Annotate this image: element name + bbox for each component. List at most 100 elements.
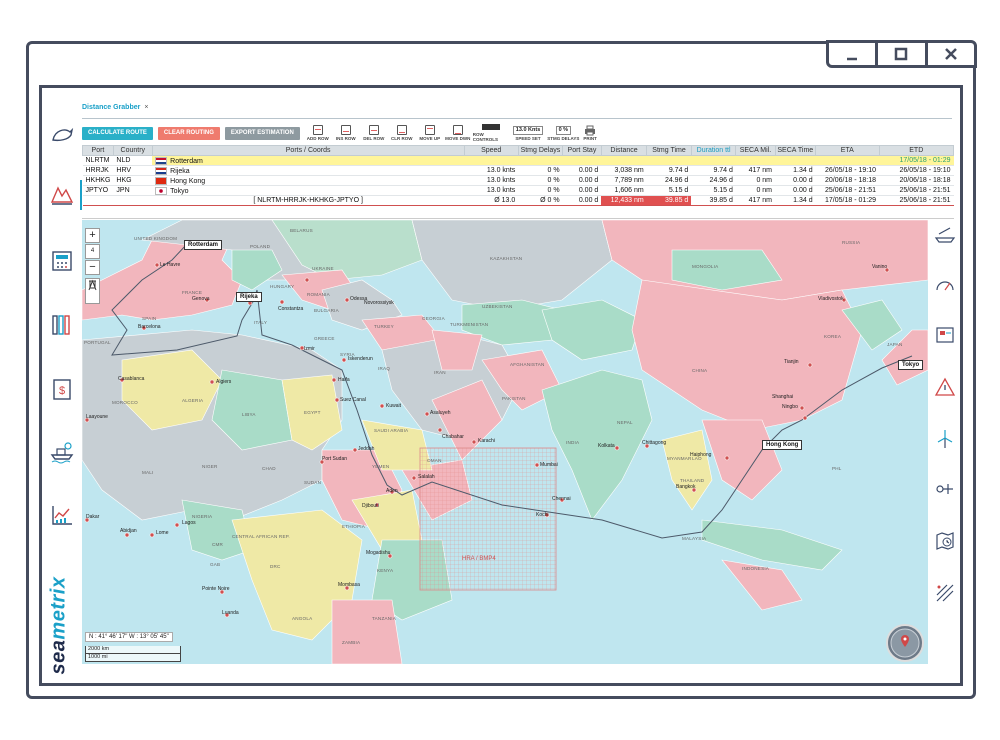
hatch-tool-icon[interactable] (934, 582, 956, 604)
country-label: UZBEKISTAN (482, 304, 513, 309)
delete-row-icon (368, 125, 379, 135)
move-up-icon (424, 125, 435, 135)
city-label: Mumbai (540, 462, 558, 468)
city-label: Izmir (304, 346, 315, 352)
city-label: Asaluyeh (430, 410, 451, 416)
warning-icon[interactable] (934, 376, 956, 398)
column-header[interactable]: SECA Mil. (735, 145, 776, 156)
city-label: Shanghai (772, 394, 794, 400)
cell-distance (601, 155, 647, 166)
export-estimation-button[interactable]: EXPORT ESTIMATION (224, 126, 300, 140)
minimize-icon[interactable] (829, 43, 879, 65)
summary-distance: 12,433 nm (601, 195, 647, 206)
ship-weather-icon[interactable] (49, 438, 75, 464)
column-header[interactable]: Ports / Coords (151, 145, 465, 156)
cell-secat (775, 155, 816, 166)
close-icon[interactable] (928, 43, 974, 65)
zoom-in-button[interactable]: + (85, 228, 100, 243)
column-header[interactable]: Distance (600, 145, 648, 156)
whale-icon[interactable] (49, 122, 75, 148)
steaming-delays-input[interactable]: 0 % (555, 125, 572, 135)
tab-distance-grabber[interactable]: Distance Grabber × (82, 104, 148, 118)
cell-seca: 417 nm (735, 165, 775, 176)
port-label-tokyo[interactable]: Tokyo (898, 360, 924, 370)
table-row[interactable]: NLRTM NLD Rotterdam 17/05/18 - 01:29 (82, 155, 954, 166)
clear-row-button[interactable]: CLR ROW (389, 125, 415, 141)
anchor-route-icon[interactable] (934, 478, 956, 500)
cell-stay: 0.00 d (562, 185, 602, 196)
cell-country: HRV (113, 165, 153, 176)
city-label: Haiphong (690, 452, 712, 458)
city-label: Vanino (872, 264, 888, 270)
column-header[interactable]: Port (82, 145, 114, 156)
brand-logo: seametrix (47, 576, 70, 675)
country-label: JAPAN (887, 342, 903, 347)
column-header[interactable]: ETD (878, 145, 954, 156)
insert-row-button[interactable]: INS ROW (333, 125, 359, 141)
steaming-delays-stepper[interactable]: 0 % STMG DELAYS (547, 125, 579, 141)
cell-secat: 0.00 d (775, 175, 816, 186)
column-header[interactable]: Stmg Delays (517, 145, 564, 156)
table-row[interactable]: HRRJK HRV Rijeka 13.0 knts 0 % 0.00 d 3,038 nm… (82, 165, 954, 176)
print-button[interactable]: PRINT (583, 125, 597, 141)
calculator-icon[interactable] (49, 248, 75, 274)
speed-set-stepper[interactable]: 13.0 Knts SPEED SET (512, 125, 544, 141)
table-row[interactable]: JPTYO JPN Tokyo 13.0 knts 0 % 0.00 d 1,606 nm 5… (82, 185, 954, 196)
document-flag-icon[interactable] (934, 324, 956, 346)
cell-name[interactable]: Hong Kong (152, 175, 465, 186)
tab-close-icon[interactable]: × (144, 104, 148, 111)
delete-row-button[interactable]: DEL ROW (361, 125, 387, 141)
column-header[interactable]: ETA (815, 145, 880, 156)
column-header[interactable]: Duration ttl (690, 145, 737, 156)
trash-icon[interactable] (86, 279, 99, 289)
country-label: PHL (832, 466, 842, 471)
add-row-button[interactable]: ADD ROW (305, 125, 331, 141)
maximize-icon[interactable] (878, 43, 928, 65)
port-name: Rijeka (170, 167, 190, 175)
port-label-rijeka[interactable]: Rijeka (236, 292, 262, 302)
column-header[interactable]: SECA Time (774, 145, 817, 156)
cell-name[interactable]: Rotterdam (152, 155, 465, 166)
clear-routing-button[interactable]: CLEAR ROUTING (157, 126, 220, 140)
column-header[interactable]: Port Stay (562, 145, 602, 156)
speed-set-input[interactable]: 13.0 Knts (512, 125, 544, 135)
move-up-button[interactable]: MOVE UP (417, 125, 443, 141)
row-controls[interactable]: ROW CONTROLS (473, 124, 509, 142)
ship-route-icon[interactable] (934, 224, 956, 246)
column-header[interactable]: Country (112, 145, 153, 156)
binders-icon[interactable] (49, 312, 75, 338)
city-label: Iskenderun (348, 356, 373, 362)
city-label: Le Havre (160, 262, 181, 268)
table-row[interactable]: HKHKG HKG Hong Kong 13.0 knts 0 % 0.00 d 7,789… (82, 175, 954, 186)
port-label-hong-kong[interactable]: Hong Kong (762, 440, 803, 450)
country-label: CHINA (692, 368, 708, 373)
clock-map-icon[interactable] (934, 530, 956, 552)
route-map[interactable]: HRA / BMP4 UNITED KINGDOM POLAND BELARUS… (82, 220, 928, 664)
port-label-rotterdam[interactable]: Rotterdam (184, 240, 223, 250)
cell-secat: 1.34 d (775, 165, 816, 176)
cell-stay: 0.00 d (562, 175, 602, 186)
globe-locator-icon[interactable] (886, 624, 924, 662)
country-label: KOREA (824, 334, 842, 339)
zoom-out-button[interactable]: − (85, 260, 100, 275)
table-scrollbar[interactable] (82, 213, 954, 219)
column-header[interactable]: Stmg Time (646, 145, 692, 156)
country-label: BULGARIA (314, 308, 339, 313)
cell-duration (691, 155, 736, 166)
cell-country: NLD (113, 155, 153, 166)
city-label: Abidjan (120, 528, 137, 534)
analytics-chart-icon[interactable] (49, 502, 75, 528)
route-map-icon[interactable] (49, 182, 75, 208)
calculate-route-button[interactable]: CALCULATE ROUTE (82, 126, 153, 140)
summary-speed: Ø 13.0 (464, 195, 519, 206)
move-down-button[interactable]: MOVE DWN (445, 125, 471, 141)
wind-turbine-icon[interactable] (934, 428, 956, 450)
cell-name[interactable]: Rijeka (152, 165, 465, 176)
cell-name[interactable]: Tokyo (152, 185, 465, 196)
cell-stmg: 5.15 d (646, 185, 692, 196)
gauge-icon[interactable] (934, 274, 956, 296)
invoice-dollar-icon[interactable]: $ (49, 376, 75, 402)
svg-text:$: $ (59, 385, 65, 397)
port-name: Hong Kong (170, 177, 206, 185)
column-header[interactable]: Speed (463, 145, 519, 156)
